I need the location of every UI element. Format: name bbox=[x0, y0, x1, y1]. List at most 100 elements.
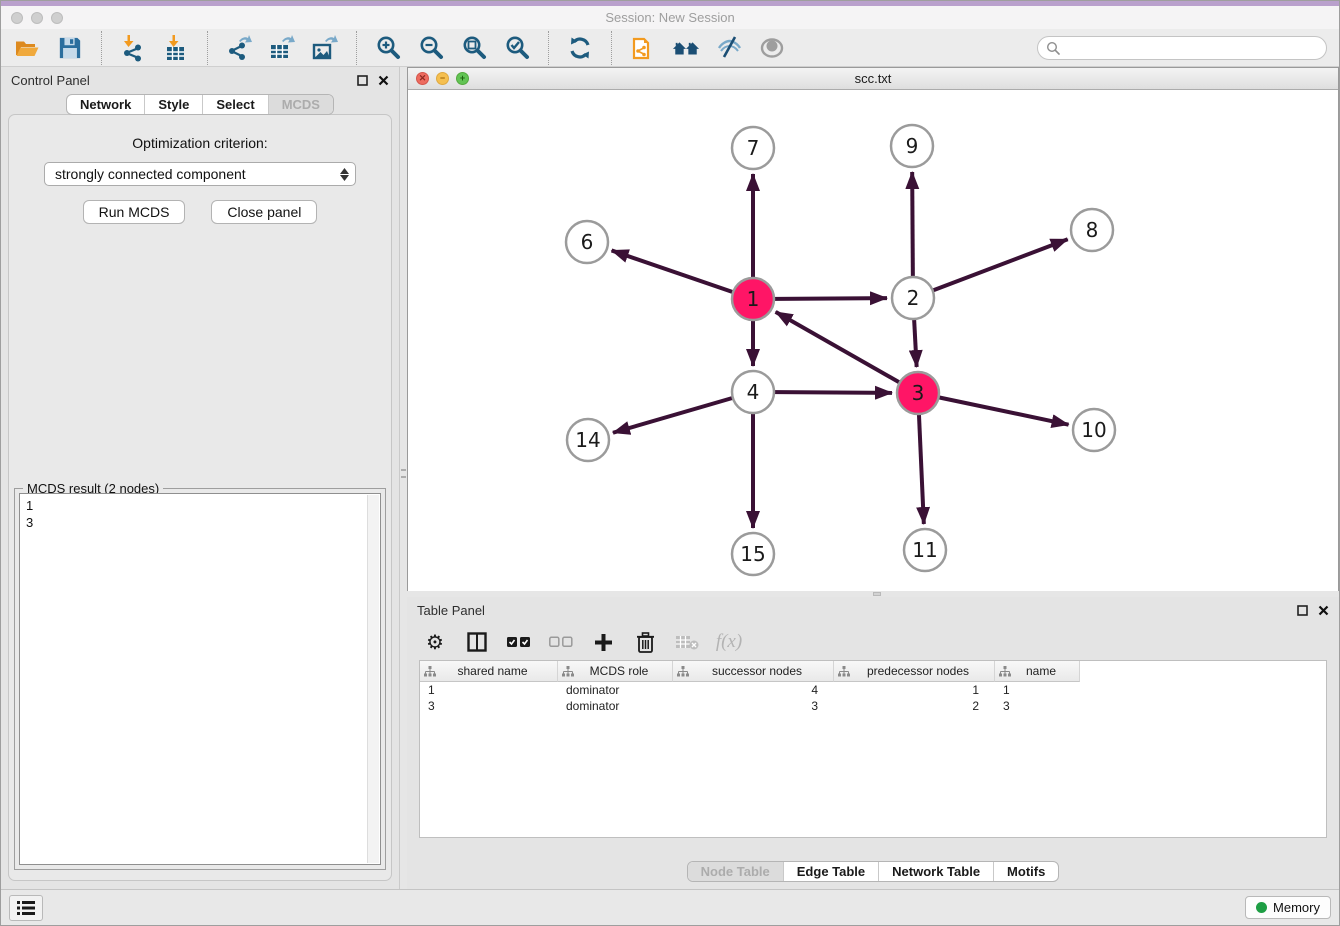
tab-edge-table[interactable]: Edge Table bbox=[783, 862, 878, 881]
graph-node-15[interactable]: 15 bbox=[732, 533, 774, 575]
result-scrollbar[interactable] bbox=[367, 495, 379, 863]
graph-node-9[interactable]: 9 bbox=[891, 125, 933, 167]
optimization-criterion-select[interactable]: strongly connected component bbox=[44, 162, 356, 186]
home-view-icon[interactable] bbox=[672, 34, 700, 62]
node-label: 2 bbox=[907, 286, 920, 310]
graph-node-14[interactable]: 14 bbox=[567, 419, 609, 461]
network-window: ✕ − + scc.txt 7 9 6 8 1 2 4 3 14 10 15 11 bbox=[407, 67, 1339, 591]
tab-style[interactable]: Style bbox=[144, 95, 202, 114]
select-all-columns-icon[interactable] bbox=[507, 630, 531, 654]
network-graph[interactable]: 7 9 6 8 1 2 4 3 14 10 15 11 bbox=[408, 90, 1339, 591]
column-header-successor-nodes[interactable]: successor nodes bbox=[673, 661, 834, 682]
graph-node-2[interactable]: 2 bbox=[892, 277, 934, 319]
float-panel-icon[interactable] bbox=[1297, 605, 1308, 616]
export-table-icon[interactable] bbox=[268, 34, 296, 62]
table-tabs: Node TableEdge TableNetwork TableMotifs bbox=[407, 861, 1339, 882]
status-bar: Memory bbox=[1, 889, 1339, 925]
vertical-splitter[interactable] bbox=[400, 67, 407, 889]
delete-table-icon-disabled bbox=[675, 630, 699, 654]
column-header-MCDS-role[interactable]: MCDS role bbox=[558, 661, 673, 682]
zoom-selected-icon[interactable] bbox=[503, 34, 531, 62]
toolbar-separator bbox=[207, 31, 208, 65]
graph-node-3[interactable]: 3 bbox=[897, 372, 939, 414]
split-view-icon[interactable] bbox=[465, 630, 489, 654]
cell-name: 1 bbox=[995, 683, 1080, 697]
delete-column-trash-icon[interactable] bbox=[633, 630, 657, 654]
refresh-layout-icon[interactable] bbox=[566, 34, 594, 62]
table-panel-header: Table Panel bbox=[407, 597, 1339, 624]
graph-node-10[interactable]: 10 bbox=[1073, 409, 1115, 451]
close-panel-icon[interactable] bbox=[1318, 605, 1329, 616]
optimization-criterion-label: Optimization criterion: bbox=[132, 135, 267, 151]
edge-3-1[interactable] bbox=[776, 312, 918, 393]
graph-node-1[interactable]: 1 bbox=[732, 278, 774, 320]
export-network-icon[interactable] bbox=[225, 34, 253, 62]
close-panel-button[interactable]: Close panel bbox=[211, 200, 317, 224]
import-network-icon[interactable] bbox=[119, 34, 147, 62]
network-window-titlebar[interactable]: ✕ − + scc.txt bbox=[408, 68, 1338, 90]
function-builder-icon-disabled: f(x) bbox=[717, 630, 741, 654]
tab-motifs[interactable]: Motifs bbox=[993, 862, 1058, 881]
right-column: ✕ − + scc.txt 7968124314101511 Table Pan… bbox=[407, 67, 1339, 889]
run-mcds-button[interactable]: Run MCDS bbox=[83, 200, 186, 224]
show-eye-disabled-icon bbox=[758, 34, 786, 62]
horizontal-splitter[interactable] bbox=[407, 591, 1339, 597]
table-panel: Table Panel ⚙ bbox=[407, 597, 1339, 889]
import-table-icon[interactable] bbox=[162, 34, 190, 62]
tab-network[interactable]: Network bbox=[67, 95, 144, 114]
edge-1-6[interactable] bbox=[612, 250, 753, 299]
tab-select[interactable]: Select bbox=[202, 95, 267, 114]
graph-node-11[interactable]: 11 bbox=[904, 529, 946, 571]
network-window-title: scc.txt bbox=[408, 71, 1338, 86]
tab-node-table[interactable]: Node Table bbox=[688, 862, 783, 881]
open-folder-icon[interactable] bbox=[13, 34, 41, 62]
column-header-name[interactable]: name bbox=[995, 661, 1080, 682]
mcds-result-group: MCDS result (2 nodes) 13 bbox=[14, 488, 386, 870]
list-icon bbox=[17, 901, 35, 915]
edge-2-8[interactable] bbox=[913, 239, 1068, 298]
zoom-out-icon[interactable] bbox=[417, 34, 445, 62]
edge-3-10[interactable] bbox=[918, 393, 1069, 425]
memory-button[interactable]: Memory bbox=[1245, 896, 1331, 919]
graph-node-8[interactable]: 8 bbox=[1071, 209, 1113, 251]
table-row[interactable]: 1dominator411 bbox=[420, 682, 1326, 698]
splitter-grip[interactable] bbox=[401, 469, 406, 478]
cell-MCDS-role: dominator bbox=[558, 699, 673, 713]
deselect-all-columns-icon[interactable] bbox=[549, 630, 573, 654]
mcds-result-text[interactable]: 13 bbox=[19, 493, 381, 865]
cell-predecessor-nodes: 2 bbox=[834, 699, 995, 713]
node-label: 10 bbox=[1081, 418, 1106, 442]
table-toolbar: ⚙ bbox=[407, 624, 1339, 660]
float-panel-icon[interactable] bbox=[357, 75, 368, 86]
save-icon[interactable] bbox=[56, 34, 84, 62]
splitter-grip[interactable] bbox=[873, 592, 881, 596]
add-column-icon[interactable] bbox=[591, 630, 615, 654]
toolbar-separator bbox=[611, 31, 612, 65]
table-row[interactable]: 3dominator323 bbox=[420, 698, 1326, 714]
node-label: 11 bbox=[912, 538, 937, 562]
graph-node-7[interactable]: 7 bbox=[732, 127, 774, 169]
search-field[interactable] bbox=[1037, 36, 1327, 60]
network-canvas[interactable]: 7 9 6 8 1 2 4 3 14 10 15 11 bbox=[408, 90, 1338, 591]
column-header-predecessor-nodes[interactable]: predecessor nodes bbox=[834, 661, 995, 682]
node-label: 14 bbox=[575, 428, 600, 452]
tab-network-table[interactable]: Network Table bbox=[878, 862, 993, 881]
titlebar: Session: New Session bbox=[1, 6, 1339, 29]
graph-node-4[interactable]: 4 bbox=[732, 371, 774, 413]
node-label: 7 bbox=[747, 136, 760, 160]
tab-mcds[interactable]: MCDS bbox=[268, 95, 333, 114]
close-panel-icon[interactable] bbox=[378, 75, 389, 86]
node-table[interactable]: shared nameMCDS rolesuccessor nodesprede… bbox=[419, 660, 1327, 838]
clone-network-icon[interactable] bbox=[629, 34, 657, 62]
hide-eye-icon[interactable] bbox=[715, 34, 743, 62]
node-label: 9 bbox=[906, 134, 919, 158]
control-panel-header: Control Panel bbox=[1, 67, 399, 94]
export-image-icon[interactable] bbox=[311, 34, 339, 62]
column-header-shared-name[interactable]: shared name bbox=[420, 661, 558, 682]
zoom-fit-icon[interactable] bbox=[460, 34, 488, 62]
task-history-button[interactable] bbox=[9, 895, 43, 921]
zoom-in-icon[interactable] bbox=[374, 34, 402, 62]
table-settings-gear-icon[interactable]: ⚙ bbox=[423, 630, 447, 654]
search-input[interactable] bbox=[1065, 40, 1318, 55]
graph-node-6[interactable]: 6 bbox=[566, 221, 608, 263]
